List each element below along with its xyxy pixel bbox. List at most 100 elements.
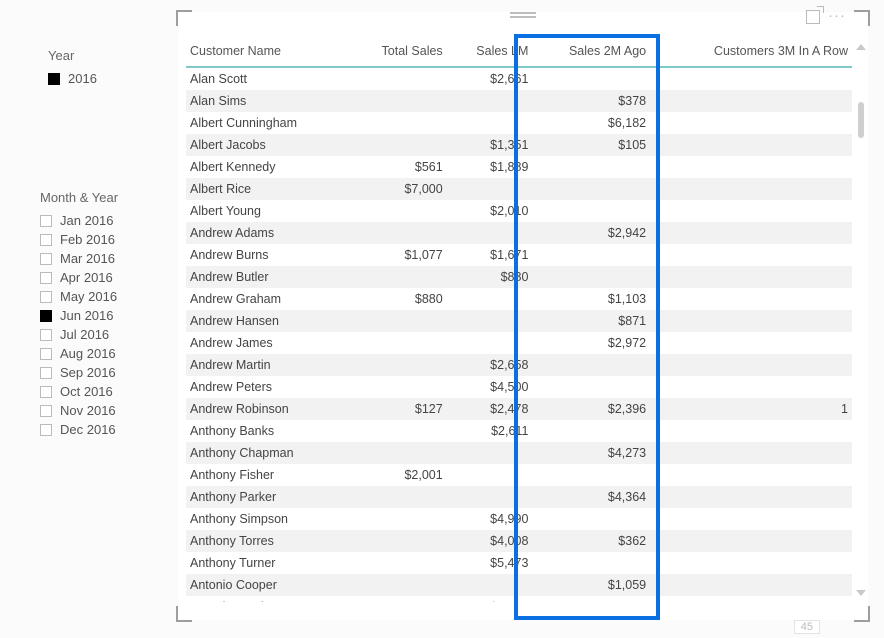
scroll-up-icon[interactable] [856, 44, 866, 50]
table-row[interactable]: Anthony Turner$5,473 [186, 552, 852, 574]
vertical-scrollbar[interactable] [856, 42, 866, 600]
table-row[interactable]: Alan Scott$2,661 [186, 67, 852, 90]
horizontal-scroll-area[interactable]: 45 [178, 606, 850, 618]
table-row[interactable]: Albert Kennedy$561$1,889 [186, 156, 852, 178]
checkbox-icon[interactable] [40, 405, 52, 417]
table-row[interactable]: Albert Jacobs$1,351$105 [186, 134, 852, 156]
table-row[interactable]: Antonio Cooper$1,059 [186, 574, 852, 596]
table-row[interactable]: Anthony Fisher$2,001 [186, 464, 852, 486]
col-header-sales-lm[interactable]: Sales LM [447, 38, 533, 67]
col-header-total-sales[interactable]: Total Sales [349, 38, 447, 67]
col-header-sales-2m[interactable]: Sales 2M Ago [532, 38, 650, 67]
cell-sales-lm [447, 442, 533, 464]
cell-customer-name: Andrew Robinson [186, 398, 349, 420]
table-row[interactable]: Andrew James$2,972 [186, 332, 852, 354]
checkbox-icon[interactable] [40, 291, 52, 303]
cell-customers-3m [650, 288, 852, 310]
table-row[interactable]: Albert Rice$7,000 [186, 178, 852, 200]
table-row[interactable]: Andrew Graham$880$1,103 [186, 288, 852, 310]
checkbox-icon[interactable] [40, 348, 52, 360]
slicer-month-year[interactable]: Month & Year Jan 2016Feb 2016Mar 2016Apr… [40, 190, 170, 439]
cell-sales-lm: $4,500 [447, 376, 533, 398]
cell-total-sales [349, 266, 447, 288]
slicer-month-item[interactable]: Sep 2016 [40, 363, 170, 382]
col-header-customer-name[interactable]: Customer Name [186, 38, 349, 67]
cell-sales-2m [532, 596, 650, 603]
slicer-month-item[interactable]: Jul 2016 [40, 325, 170, 344]
table-visual[interactable]: ··· Customer Name Total Sales Sales LM S… [178, 12, 868, 620]
resize-handle-tl[interactable] [176, 10, 192, 26]
cell-customers-3m: 1 [650, 398, 852, 420]
table-row[interactable]: Albert Young$2,010 [186, 200, 852, 222]
cell-customers-3m [650, 134, 852, 156]
cell-sales-2m: $378 [532, 90, 650, 112]
table-row[interactable]: Anthony Simpson$4,990 [186, 508, 852, 530]
cell-sales-lm: $4,008 [447, 530, 533, 552]
table-row[interactable]: Anthony Torres$4,008$362 [186, 530, 852, 552]
cell-sales-lm [447, 288, 533, 310]
cell-sales-2m: $1,059 [532, 574, 650, 596]
cell-sales-2m [532, 508, 650, 530]
focus-mode-icon[interactable] [806, 10, 820, 24]
slicer-year[interactable]: Year 2016 [48, 48, 158, 88]
cell-sales-lm [447, 112, 533, 134]
checkbox-icon[interactable] [48, 73, 60, 85]
slicer-item-label: 2016 [68, 71, 97, 86]
table-row[interactable]: Andrew Martin$2,658 [186, 354, 852, 376]
table-row[interactable]: Anthony Parker$4,364 [186, 486, 852, 508]
slicer-month-item[interactable]: Jun 2016 [40, 306, 170, 325]
checkbox-icon[interactable] [40, 215, 52, 227]
table-scroll-area[interactable]: Customer Name Total Sales Sales LM Sales… [186, 38, 852, 602]
slicer-item-label: Dec 2016 [60, 422, 116, 437]
cell-customer-name: Alan Sims [186, 90, 349, 112]
slicer-item-label: Jun 2016 [60, 308, 114, 323]
checkbox-icon[interactable] [40, 386, 52, 398]
table-row[interactable]: Andrew Peters$4,500 [186, 376, 852, 398]
table-row[interactable]: Anthony Chapman$4,273 [186, 442, 852, 464]
cell-customer-name: Andrew Graham [186, 288, 349, 310]
cell-total-sales: $127 [349, 398, 447, 420]
checkbox-icon[interactable] [40, 234, 52, 246]
page-hint-label: 45 [794, 620, 820, 634]
table-row[interactable]: Antonio Frazier$6,583 [186, 596, 852, 603]
slicer-year-item[interactable]: 2016 [48, 69, 158, 88]
table-row[interactable]: Andrew Adams$2,942 [186, 222, 852, 244]
more-options-icon[interactable]: ··· [828, 10, 846, 24]
slicer-month-item[interactable]: Feb 2016 [40, 230, 170, 249]
cell-total-sales [349, 112, 447, 134]
cell-sales-2m [532, 67, 650, 90]
scroll-thumb[interactable] [858, 102, 864, 138]
cell-sales-lm [447, 222, 533, 244]
cell-sales-lm: $5,473 [447, 552, 533, 574]
cell-sales-2m: $4,364 [532, 486, 650, 508]
table-row[interactable]: Andrew Hansen$871 [186, 310, 852, 332]
table-row[interactable]: Anthony Banks$2,611 [186, 420, 852, 442]
table-row[interactable]: Andrew Burns$1,077$1,671 [186, 244, 852, 266]
checkbox-icon[interactable] [40, 272, 52, 284]
cell-sales-lm: $2,658 [447, 354, 533, 376]
slicer-month-item[interactable]: Aug 2016 [40, 344, 170, 363]
table-row[interactable]: Andrew Robinson$127$2,478$2,3961 [186, 398, 852, 420]
slicer-month-item[interactable]: Mar 2016 [40, 249, 170, 268]
cell-sales-2m [532, 156, 650, 178]
checkbox-icon[interactable] [40, 310, 52, 322]
table-row[interactable]: Andrew Butler$880 [186, 266, 852, 288]
slicer-month-item[interactable]: Apr 2016 [40, 268, 170, 287]
resize-handle-tr[interactable] [854, 10, 870, 26]
slicer-month-item[interactable]: Dec 2016 [40, 420, 170, 439]
resize-handle-br[interactable] [854, 606, 870, 622]
table-row[interactable]: Alan Sims $378 [186, 90, 852, 112]
visual-drag-handle[interactable] [510, 10, 536, 20]
checkbox-icon[interactable] [40, 329, 52, 341]
col-header-customers-3m[interactable]: Customers 3M In A Row [650, 38, 852, 67]
slicer-month-item[interactable]: May 2016 [40, 287, 170, 306]
checkbox-icon[interactable] [40, 253, 52, 265]
slicer-month-item[interactable]: Nov 2016 [40, 401, 170, 420]
scroll-down-icon[interactable] [856, 590, 866, 596]
checkbox-icon[interactable] [40, 424, 52, 436]
table-row[interactable]: Albert Cunningham$6,182 [186, 112, 852, 134]
slicer-month-item[interactable]: Jan 2016 [40, 211, 170, 230]
checkbox-icon[interactable] [40, 367, 52, 379]
slicer-month-item[interactable]: Oct 2016 [40, 382, 170, 401]
cell-total-sales [349, 442, 447, 464]
